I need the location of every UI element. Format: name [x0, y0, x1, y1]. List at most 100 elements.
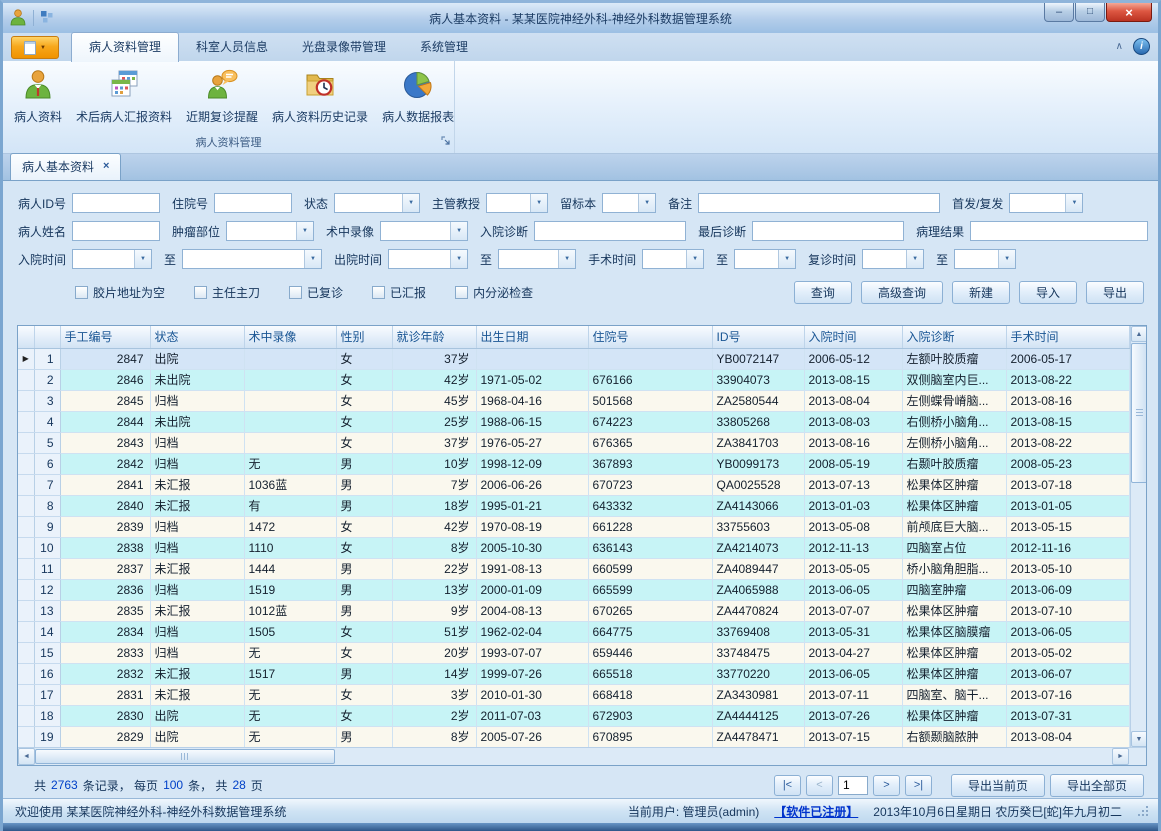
row-indicator-cell[interactable]	[18, 390, 34, 411]
filter-input[interactable]	[72, 193, 160, 213]
cell[interactable]: 37岁	[392, 432, 476, 453]
filter-combo[interactable]: ▼	[334, 193, 420, 213]
cell[interactable]: 归档	[150, 390, 244, 411]
cell[interactable]: 2013-08-22	[1006, 369, 1129, 390]
cell[interactable]: 右额颞脑脓肿	[902, 726, 1006, 747]
cell[interactable]: 2010-01-30	[476, 684, 588, 705]
cell[interactable]: 2844	[60, 411, 150, 432]
export-current-page-button[interactable]: 导出当前页	[951, 774, 1045, 797]
filter-text-input[interactable]	[863, 250, 906, 268]
filter-input[interactable]	[970, 221, 1148, 241]
scroll-left-icon[interactable]: ◄	[18, 748, 35, 765]
cell[interactable]: 松果体区肿瘤	[902, 474, 1006, 495]
filter-input[interactable]	[214, 193, 292, 213]
filter-input[interactable]	[72, 221, 160, 241]
table-row[interactable]: 122836归档1519男13岁2000-01-09665599ZA406598…	[18, 579, 1129, 600]
column-header-4[interactable]: 就诊年龄	[392, 326, 476, 348]
cell[interactable]	[244, 369, 336, 390]
cell[interactable]: 2006-05-17	[1006, 348, 1129, 369]
row-indicator-cell[interactable]	[18, 726, 34, 747]
cell[interactable]: 2013-06-05	[1006, 621, 1129, 642]
cell[interactable]: ZA4478471	[712, 726, 804, 747]
filter-combo[interactable]: ▼	[498, 249, 576, 269]
dropdown-arrow-icon[interactable]: ▼	[450, 250, 467, 268]
last-page-button[interactable]: >|	[905, 775, 932, 796]
filter-text-input[interactable]	[215, 194, 291, 212]
cell[interactable]: 女	[336, 537, 392, 558]
export-button[interactable]: 导出	[1086, 281, 1144, 304]
cell[interactable]: 2830	[60, 705, 150, 726]
cell[interactable]: 33755603	[712, 516, 804, 537]
cell[interactable]: 2013-07-10	[1006, 600, 1129, 621]
table-row[interactable]: 32845归档女45岁1968-04-16501568ZA25805442013…	[18, 390, 1129, 411]
cell[interactable]: 男	[336, 474, 392, 495]
cell[interactable]: 665599	[588, 579, 712, 600]
cell[interactable]: 2846	[60, 369, 150, 390]
table-row[interactable]: 162832未汇报1517男14岁1999-07-266655183377022…	[18, 663, 1129, 684]
cell[interactable]: 1110	[244, 537, 336, 558]
cell[interactable]: 1962-02-04	[476, 621, 588, 642]
cell[interactable]: 2013-06-05	[804, 579, 902, 600]
cell[interactable]: 女	[336, 705, 392, 726]
cell[interactable]: 42岁	[392, 516, 476, 537]
row-number-cell[interactable]: 13	[34, 600, 60, 621]
cell[interactable]: 33769408	[712, 621, 804, 642]
cell[interactable]: 四脑室肿瘤	[902, 579, 1006, 600]
filter-combo[interactable]: ▼	[862, 249, 924, 269]
cell[interactable]: 男	[336, 726, 392, 747]
checkbox-item-3[interactable]: 已汇报	[372, 284, 426, 301]
cell[interactable]: 男	[336, 558, 392, 579]
cell[interactable]: 2013-07-31	[1006, 705, 1129, 726]
cell[interactable]: 出院	[150, 726, 244, 747]
filter-combo[interactable]: ▼	[72, 249, 152, 269]
cell[interactable]: 左额叶胶质瘤	[902, 348, 1006, 369]
revisit-reminder-button[interactable]: 近期复诊提醒	[179, 64, 265, 127]
app-logo-icon[interactable]	[9, 8, 27, 29]
row-indicator-cell[interactable]	[18, 516, 34, 537]
cell[interactable]: 2845	[60, 390, 150, 411]
row-number-cell[interactable]: 2	[34, 369, 60, 390]
first-page-button[interactable]: |<	[774, 775, 801, 796]
cell[interactable]: 松果体区脑膜瘤	[902, 621, 1006, 642]
filter-text-input[interactable]	[73, 250, 134, 268]
tab-close-icon[interactable]: ×	[103, 161, 109, 172]
row-number-cell[interactable]: 9	[34, 516, 60, 537]
table-row[interactable]: 42844未出院女25岁1988-06-15674223338052682013…	[18, 411, 1129, 432]
cell[interactable]: 2008-05-19	[804, 453, 902, 474]
cell[interactable]: 2013-07-07	[804, 600, 902, 621]
cell[interactable]: 13岁	[392, 579, 476, 600]
tab-patient-basic-data[interactable]: 病人基本资料 ×	[10, 153, 121, 180]
cell[interactable]: 636143	[588, 537, 712, 558]
filter-combo[interactable]: ▼	[602, 193, 656, 213]
dropdown-arrow-icon[interactable]: ▼	[296, 222, 313, 240]
filter-text-input[interactable]	[487, 194, 530, 212]
cell[interactable]	[476, 348, 588, 369]
filter-input[interactable]	[534, 221, 686, 241]
cell[interactable]: 双侧脑室内巨...	[902, 369, 1006, 390]
dropdown-arrow-icon[interactable]: ▼	[686, 250, 703, 268]
column-header-8[interactable]: 入院时间	[804, 326, 902, 348]
cell[interactable]: 2013-08-16	[1006, 390, 1129, 411]
cell[interactable]: 男	[336, 495, 392, 516]
column-header-10[interactable]: 手术时间	[1006, 326, 1129, 348]
row-indicator-cell[interactable]	[18, 600, 34, 621]
ribbon-tab-1[interactable]: 科室人员信息	[179, 33, 285, 61]
cell[interactable]: 10岁	[392, 453, 476, 474]
cell[interactable]: 未汇报	[150, 663, 244, 684]
row-number-cell[interactable]: 7	[34, 474, 60, 495]
cell[interactable]: 674223	[588, 411, 712, 432]
table-row[interactable]: 152833归档无女20岁1993-07-0765944633748475201…	[18, 642, 1129, 663]
cell[interactable]: 2013-06-09	[1006, 579, 1129, 600]
filter-text-input[interactable]	[183, 250, 304, 268]
cell[interactable]: 2013-07-15	[804, 726, 902, 747]
maximize-button[interactable]: □	[1075, 3, 1105, 22]
table-row[interactable]: 182830出院无女2岁2011-07-03672903ZA4444125201…	[18, 705, 1129, 726]
cell[interactable]: 665518	[588, 663, 712, 684]
cell[interactable]: 归档	[150, 642, 244, 663]
cell[interactable]: 无	[244, 684, 336, 705]
report-calendar-button[interactable]: 术后病人汇报资料	[69, 64, 179, 127]
cell[interactable]: ZA2580544	[712, 390, 804, 411]
cell[interactable]: ZA3841703	[712, 432, 804, 453]
cell[interactable]: ZA4065988	[712, 579, 804, 600]
cell[interactable]: 无	[244, 642, 336, 663]
